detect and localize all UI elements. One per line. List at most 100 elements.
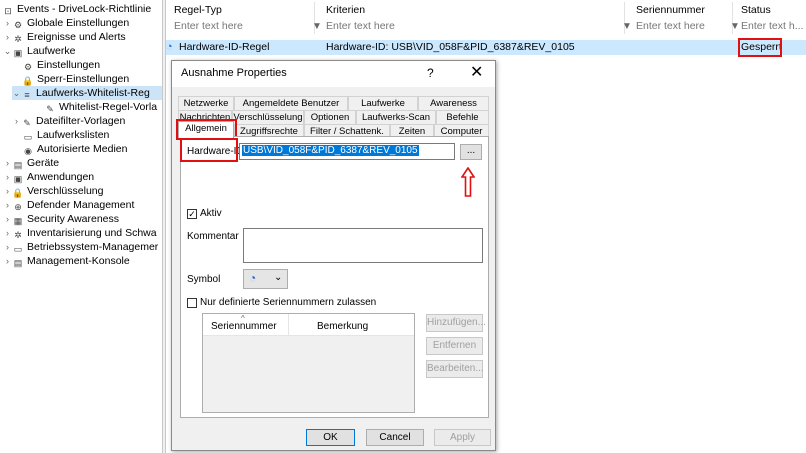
help-button[interactable]: ? <box>427 66 434 80</box>
tree-item-anwendungen[interactable]: › ▣ Anwendungen <box>3 170 94 184</box>
sort-up-icon: ^ <box>241 314 245 323</box>
tree-item-label: Ereignisse und Alerts <box>27 31 126 43</box>
tab-netzwerke[interactable]: Netzwerke <box>178 96 234 110</box>
chevron-down-icon[interactable]: ⌄ <box>3 44 12 58</box>
tree-item-label: Autorisierte Medien <box>37 143 128 155</box>
hardware-id-value: USB\VID_058F&PID_6387&REV_0105 <box>242 145 419 156</box>
chevron-right-icon[interactable]: › <box>3 254 12 268</box>
tree-item-sperr-einstellungen[interactable]: 🔒 Sperr-Einstellungen <box>22 72 129 86</box>
cancel-button[interactable]: Cancel <box>366 429 424 446</box>
tree-item-globale-einstellungen[interactable]: › ⚙ Globale Einstellungen <box>3 16 129 30</box>
symbol-label: Symbol <box>187 274 221 285</box>
seriennummern-checkbox[interactable] <box>187 298 197 308</box>
symbol-dropdown[interactable]: ◔ ⌄ <box>243 269 288 289</box>
seriennummern-list[interactable]: Seriennummer ^ Bemerkung <box>202 313 415 413</box>
policy-tree: ⊡ Events - DriveLock-Richtlinie › ⚙ Globale… <box>0 0 163 453</box>
chevron-right-icon[interactable]: › <box>3 212 12 226</box>
column-header-seriennummer[interactable]: Seriennummer <box>636 3 705 17</box>
filter-input-kriterien[interactable]: Enter text here <box>326 20 395 33</box>
chevron-right-icon[interactable]: › <box>3 170 12 184</box>
dialog-title: Ausnahme Properties <box>181 67 287 79</box>
chevron-right-icon[interactable]: › <box>3 30 12 44</box>
filter-icon[interactable]: ▼ <box>730 21 740 32</box>
tree-item-geraete[interactable]: › ▤ Geräte <box>3 156 59 170</box>
tree-item-einstellungen[interactable]: ⚙ Einstellungen <box>22 58 100 72</box>
ok-button[interactable]: OK <box>306 429 355 446</box>
hardware-id-input[interactable]: USB\VID_058F&PID_6387&REV_0105 <box>239 143 455 160</box>
tree-item-security-awareness[interactable]: › ▦ Security Awareness <box>3 212 119 226</box>
aktiv-label: Aktiv <box>200 208 222 219</box>
tab-befehle[interactable]: Befehle <box>436 110 489 124</box>
column-header-regel-typ[interactable]: Regel-Typ <box>174 3 222 17</box>
tree-item-label: Laufwerke <box>27 45 76 57</box>
window: ⊡ Events - DriveLock-Richtlinie › ⚙ Globale… <box>0 0 806 453</box>
tab-angemeldete-benutzer[interactable]: Angemeldete Benutzer <box>234 96 348 110</box>
tree-item-verschluesselung[interactable]: › 🔒 Verschlüsselung <box>3 184 103 198</box>
hardware-id-label: Hardware-ID <box>187 146 244 157</box>
cell-status: Gesperrt <box>741 41 782 53</box>
tab-awareness[interactable]: Awareness <box>418 96 489 110</box>
tree-item-label: Verschlüsselung <box>27 185 104 197</box>
tree-item-inventarisierung[interactable]: › ✲ Inventarisierung und Schwa <box>3 226 157 240</box>
tree-item-label: Geräte <box>27 157 60 169</box>
tree-item-label: Dateifilter-Vorlagen <box>36 115 126 127</box>
filter-input-seriennummer[interactable]: Enter text here <box>636 20 705 33</box>
allgemein-panel: Hardware-ID USB\VID_058F&PID_6387&REV_01… <box>180 136 489 418</box>
filter-input-regel-typ[interactable]: Enter text here <box>174 20 243 33</box>
browse-button[interactable]: ... <box>460 144 482 160</box>
list-header-seriennummer[interactable]: Seriennummer <box>203 314 288 336</box>
tree-item-betriebssystem[interactable]: › ▭ Betriebssystem-Managemer <box>3 240 158 254</box>
seriennummern-label: Nur definierte Seriennummern zulassen <box>200 297 377 308</box>
apply-button[interactable]: Apply <box>434 429 491 446</box>
chevron-right-icon[interactable]: › <box>3 184 12 198</box>
tree-item-label: Sperr-Einstellungen <box>37 73 130 85</box>
filter-input-status[interactable]: Enter text h... <box>741 20 803 33</box>
filter-icon[interactable]: ▼ <box>312 21 322 32</box>
tab-verschluesselung[interactable]: Verschlüsselung <box>232 110 304 124</box>
chevron-right-icon[interactable]: › <box>12 114 21 128</box>
tree-item-root[interactable]: ⊡ Events - DriveLock-Richtlinie <box>2 2 151 16</box>
tree-item-management-konsole[interactable]: › ▤ Management-Konsole <box>3 254 130 268</box>
tree-item-label: Security Awareness <box>27 213 120 225</box>
tree-item-label: Inventarisierung und Schwa <box>27 227 157 239</box>
tree-item-whitelist-regeln[interactable]: ⌄ ≡ Laufwerks-Whitelist-Reg <box>12 86 162 100</box>
tree-item-dateifilter[interactable]: › ✎ Dateifilter-Vorlagen <box>12 114 125 128</box>
kommentar-input[interactable] <box>243 228 483 263</box>
tab-laufwerks-scan[interactable]: Laufwerks-Scan <box>356 110 436 124</box>
tree-item-label: Defender Management <box>27 199 135 211</box>
tree-item-autorisierte-medien[interactable]: ◉ Autorisierte Medien <box>22 142 127 156</box>
tree-item-laufwerkslisten[interactable]: ▭ Laufwerkslisten <box>22 128 110 142</box>
aktiv-checkbox[interactable]: ✓ <box>187 209 197 219</box>
filter-icon[interactable]: ▼ <box>622 21 632 32</box>
cell-regel-typ: Hardware-ID-Regel <box>179 41 270 53</box>
tree-item-laufwerke[interactable]: ⌄ ▣ Laufwerke <box>3 44 76 58</box>
chevron-right-icon[interactable]: › <box>3 240 12 254</box>
chevron-right-icon[interactable]: › <box>3 198 12 212</box>
chevron-down-icon[interactable]: ⌄ <box>12 86 21 100</box>
tree-item-ereignisse[interactable]: › ✲ Ereignisse und Alerts <box>3 30 126 44</box>
tab-optionen[interactable]: Optionen <box>304 110 356 124</box>
table-row[interactable]: ◔ Hardware-ID-Regel Hardware-ID: USB\VID… <box>166 40 806 55</box>
tab-laufwerke[interactable]: Laufwerke <box>348 96 418 110</box>
tree-item-label: Anwendungen <box>27 171 95 183</box>
tree-item-label: Laufwerkslisten <box>37 129 110 141</box>
tree-item-whitelist-vorlagen[interactable]: ✎ Whitelist-Regel-Vorla <box>44 100 157 114</box>
chevron-right-icon[interactable]: › <box>3 16 12 30</box>
edit-button[interactable]: Bearbeiten... <box>426 360 484 378</box>
tree-item-defender[interactable]: › ⊕ Defender Management <box>3 198 134 212</box>
tree-item-label: Globale Einstellungen <box>27 17 130 29</box>
chevron-right-icon[interactable]: › <box>3 226 12 240</box>
chevron-down-icon: ⌄ <box>274 272 283 283</box>
add-button[interactable]: Hinzufügen... <box>426 314 486 332</box>
column-header-status[interactable]: Status <box>741 3 771 17</box>
tab-allgemein[interactable]: Allgemein <box>178 121 234 138</box>
tree-item-label: Betriebssystem-Managemer <box>27 241 159 253</box>
chevron-right-icon[interactable]: › <box>3 156 12 170</box>
close-icon[interactable]: ✕ <box>470 63 483 83</box>
list-header-bemerkung[interactable]: Bemerkung <box>288 314 414 336</box>
remove-button[interactable]: Entfernen <box>426 337 483 355</box>
ausnahme-properties-dialog: Ausnahme Properties ? ✕ Netzwerke Angeme… <box>171 60 496 451</box>
list-icon: ≡ <box>24 90 30 100</box>
kommentar-label: Kommentar <box>187 231 239 242</box>
column-header-kriterien[interactable]: Kriterien <box>326 3 365 17</box>
